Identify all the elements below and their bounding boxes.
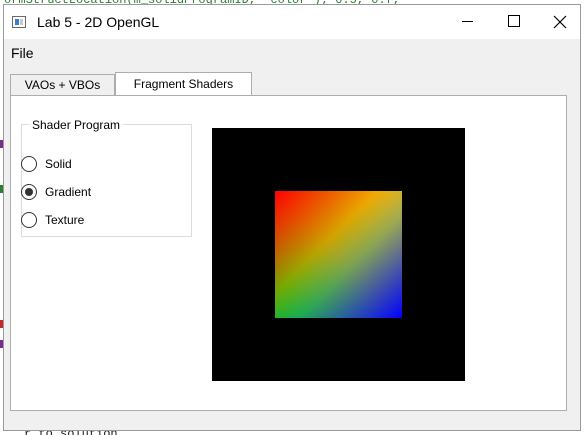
- opengl-canvas[interactable]: [212, 128, 465, 381]
- gradient-blue-corner: [275, 191, 402, 318]
- menu-file[interactable]: File: [11, 45, 34, 61]
- radio-solid-label[interactable]: Solid: [45, 157, 72, 171]
- radio-gradient-label[interactable]: Gradient: [45, 185, 91, 199]
- radio-solid-circle[interactable]: [21, 156, 37, 172]
- maximize-button[interactable]: [491, 5, 537, 39]
- gradient-square: [275, 191, 402, 318]
- radio-gradient-circle[interactable]: [21, 184, 37, 200]
- title-bar[interactable]: Lab 5 - 2D OpenGL: [4, 5, 580, 39]
- radio-texture-label[interactable]: Texture: [45, 213, 84, 227]
- radio-texture-circle[interactable]: [21, 212, 37, 228]
- tab-fragment-shaders[interactable]: Fragment Shaders: [115, 72, 252, 97]
- close-button[interactable]: [537, 5, 583, 39]
- close-icon: [553, 15, 567, 29]
- tab-vaos-vbos[interactable]: VAOs + VBOs: [10, 74, 115, 96]
- window-title: Lab 5 - 2D OpenGL: [37, 14, 160, 30]
- groupbox-title: Shader Program: [29, 118, 124, 132]
- minimize-button[interactable]: [445, 5, 491, 39]
- app-window-icon: [12, 16, 26, 28]
- menu-bar: File: [4, 39, 580, 65]
